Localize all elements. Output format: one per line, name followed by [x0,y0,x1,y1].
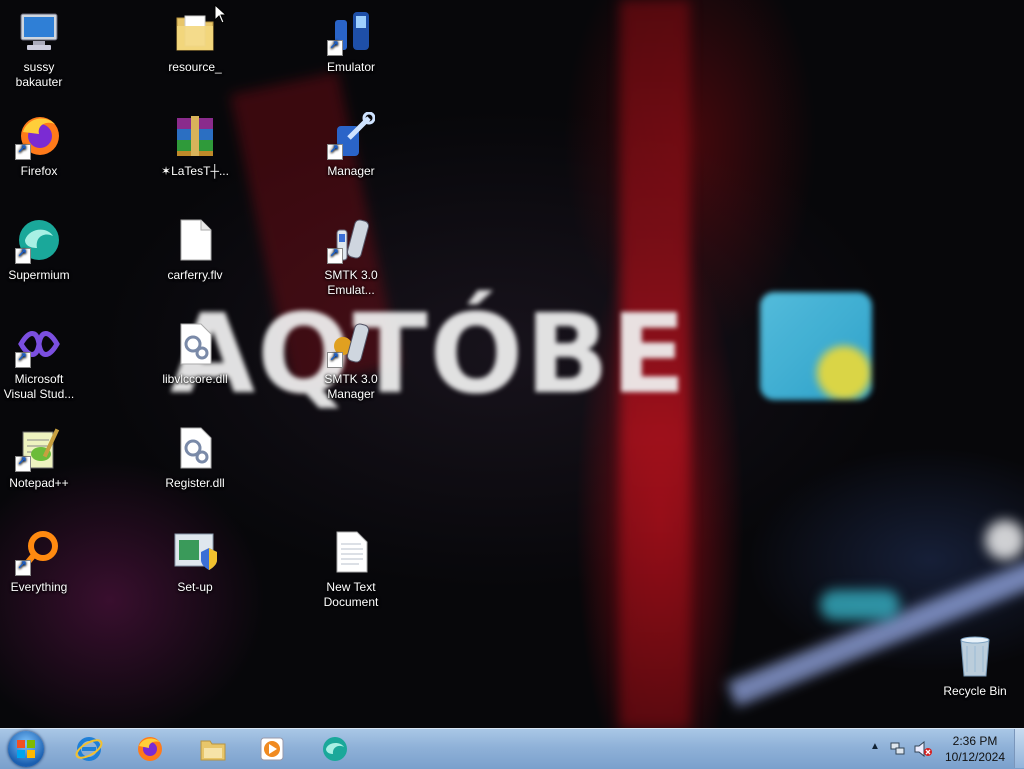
internet-explorer-icon [75,737,103,761]
smtk-manager-icon [327,320,375,368]
taskbar-file-explorer[interactable] [186,731,242,767]
desktop-icon-label: resource_ [168,60,222,74]
text-document-icon [327,528,375,576]
supermium-icon [15,216,63,264]
taskbar-supermium[interactable] [308,731,364,767]
desktop-icon-computer[interactable]: sussy bakauter [0,8,79,90]
desktop-icon-label: Notepad++ [9,476,69,490]
file-icon [171,216,219,264]
shortcut-arrow-icon [327,38,343,56]
volume-muted-icon[interactable] [914,741,932,757]
desktop-icon-recycle-bin[interactable]: Recycle Bin [935,632,1015,699]
desktop-icon-label: sussy bakauter [15,60,63,89]
desktop-icon-label: libvlccore.dll [162,372,228,386]
wallpaper-cyan-glow [820,590,900,620]
desktop-icon-notepadpp[interactable]: Notepad++ [0,424,79,491]
desktop-icon-winrar-archive[interactable]: ✶LaTesT┼... [155,112,235,179]
supermium-icon [323,737,347,761]
desktop-icon-label: carferry.flv [167,268,223,282]
show-hidden-icons-chevron-icon[interactable]: ▲ [870,741,880,752]
setup-icon [171,528,219,576]
shortcut-arrow-icon [327,350,343,368]
desktop-icon-label: Register.dll [165,476,225,490]
shortcut-arrow-icon [15,350,31,368]
windows-logo-icon [17,740,35,758]
everything-icon [15,528,63,576]
shortcut-arrow-icon [327,246,343,264]
winrar-icon [171,112,219,160]
wallpaper-white-glow [985,520,1024,560]
desktop-icon-visual-studio[interactable]: Microsoft Visual Stud... [0,320,79,402]
desktop-icon-carferry-flv[interactable]: carferry.flv [155,216,235,283]
desktop-icon-new-text-document[interactable]: New Text Document [311,528,391,610]
desktop-icon-smtk-emulator[interactable]: SMTK 3.0 Emulat... [311,216,391,298]
desktop-icon-label: Recycle Bin [943,684,1007,698]
desktop-icon-label: Emulator [326,60,376,74]
recycle-bin-icon [951,632,999,680]
system-clock[interactable]: 2:36 PM 10/12/2024 [940,733,1010,765]
desktop-icon-label: Supermium [8,268,70,282]
clock-time: 2:36 PM [952,734,998,748]
desktop-icon-register-dll[interactable]: Register.dll [155,424,235,491]
shortcut-arrow-icon [15,142,31,160]
firefox-icon [138,737,162,761]
desktop-icon-label: ✶LaTesT┼... [161,164,229,178]
wallpaper-logo [760,292,872,400]
start-button[interactable] [8,731,44,767]
wallpaper-wordmark: AQTÓBE [170,290,689,418]
clock-date: 10/12/2024 [944,750,1006,764]
shortcut-arrow-icon [15,558,31,576]
desktop-icon-libvlccore-dll[interactable]: libvlccore.dll [155,320,235,387]
desktop-icon-smtk-manager[interactable]: SMTK 3.0 Manager [311,320,391,402]
taskbar: ▲ 2:36 PM 10/12/2024 [0,728,1024,769]
desktop-wallpaper: AQTÓBE [0,0,1024,728]
taskbar-internet-explorer[interactable] [62,731,118,767]
visual-studio-icon [15,320,63,368]
notepadpp-icon [15,424,63,472]
desktop-icon-emulator[interactable]: Emulator [311,8,391,75]
desktop-icon-label: New Text Document [323,580,379,609]
folder-icon [171,8,219,56]
file-explorer-icon [200,740,226,761]
show-desktop-button[interactable] [1014,729,1024,768]
desktop-icon-label: SMTK 3.0 Emulat... [324,268,378,297]
desktop-icon-firefox[interactable]: Firefox [0,112,79,179]
desktop-icon-label: Manager [327,164,375,178]
desktop-icon-label: Set-up [177,580,213,594]
emulator-icon [327,8,375,56]
mouse-cursor-icon [214,4,228,24]
desktop-icon-setup[interactable]: Set-up [155,528,235,595]
desktop-icon-supermium[interactable]: Supermium [0,216,79,283]
desktop-icon-everything[interactable]: Everything [0,528,79,595]
manager-icon [327,112,375,160]
desktop-icon-manager[interactable]: Manager [311,112,391,179]
firefox-icon [15,112,63,160]
network-icon[interactable] [890,741,906,757]
computer-icon [15,8,63,56]
shortcut-arrow-icon [15,246,31,264]
desktop-icon-label: SMTK 3.0 Manager [324,372,378,401]
desktop-icon-label: Firefox [20,164,58,178]
taskbar-media-player[interactable] [245,731,301,767]
media-player-icon [260,737,284,761]
shortcut-arrow-icon [327,142,343,160]
shortcut-arrow-icon [15,454,31,472]
dll-icon [171,320,219,368]
desktop-icon-label: Microsoft Visual Stud... [3,372,75,401]
desktop-icon-label: Everything [10,580,68,594]
smtk-emulator-icon [327,216,375,264]
taskbar-firefox[interactable] [123,731,179,767]
dll-icon [171,424,219,472]
